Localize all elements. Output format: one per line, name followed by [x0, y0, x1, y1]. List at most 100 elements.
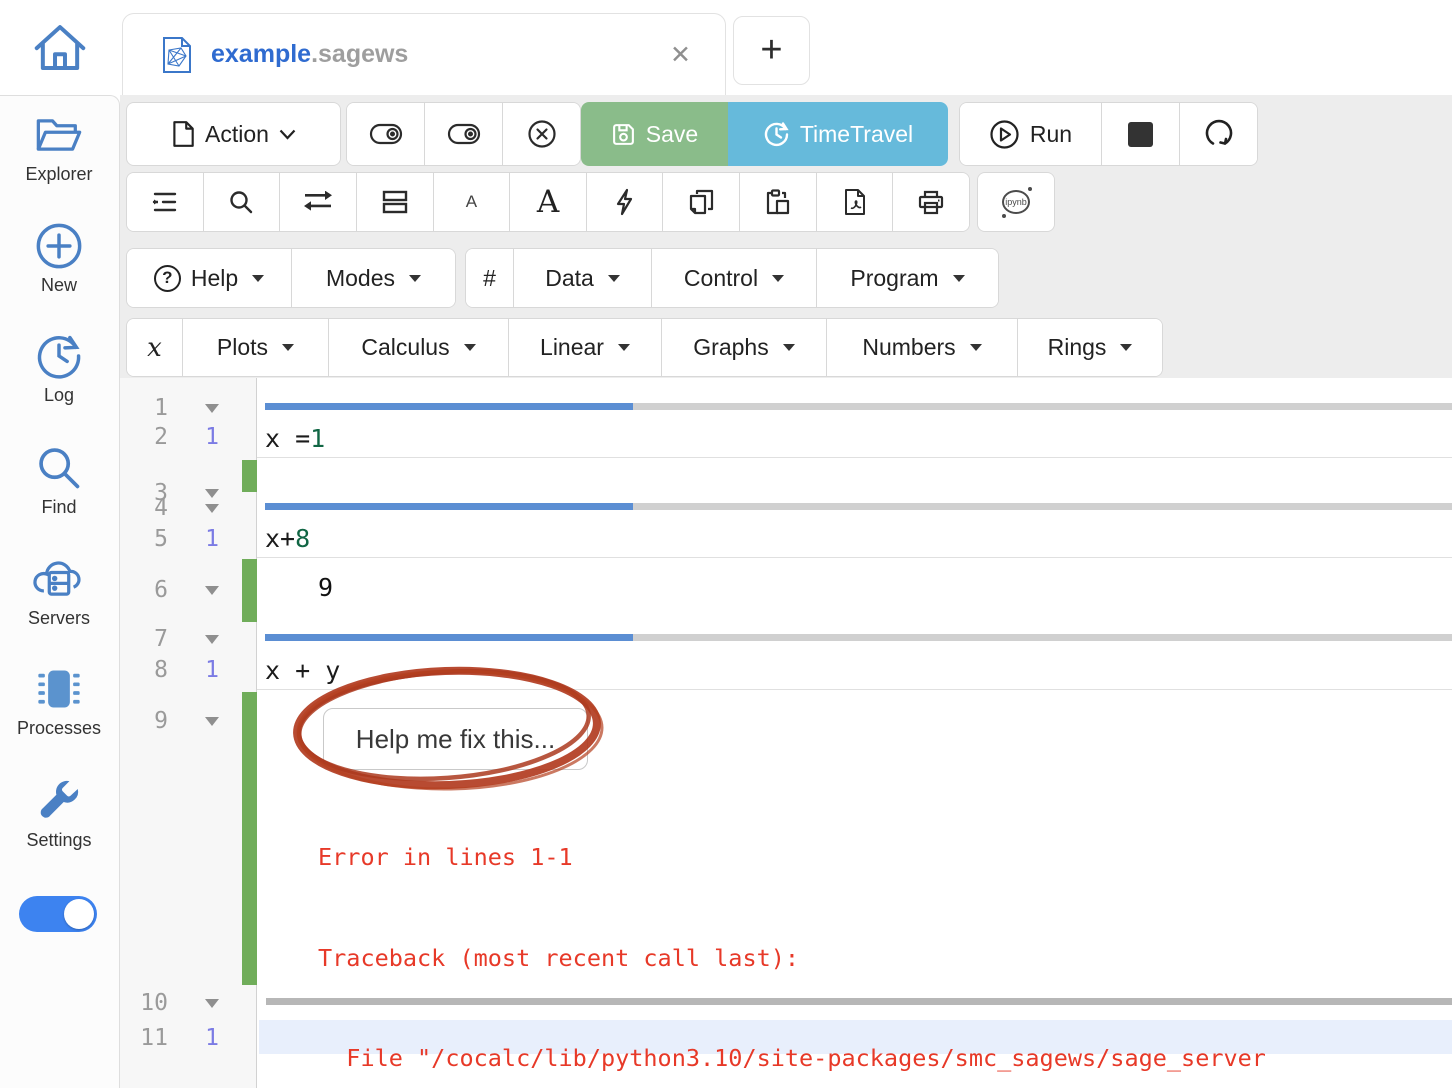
sidebar-toggle-switch[interactable]: [19, 896, 97, 932]
toggle-output-button[interactable]: [347, 103, 425, 165]
graphs-menu[interactable]: Graphs: [662, 319, 827, 376]
fold-icon[interactable]: [205, 635, 219, 644]
fold-icon[interactable]: [205, 504, 219, 513]
plus-circle-icon: [0, 219, 118, 273]
program-menu[interactable]: Program: [817, 249, 998, 307]
exec-count: 1: [192, 657, 232, 683]
big-a-icon: A: [537, 184, 559, 220]
export-ipynb-button[interactable]: ipynb: [978, 173, 1054, 231]
delete-output-button[interactable]: [503, 103, 580, 165]
sidebar-label: Find: [0, 497, 118, 518]
sidebar-item-new[interactable]: New: [0, 219, 118, 296]
save-timetravel-group: Save TimeTravel: [581, 102, 948, 166]
toggle-input-button[interactable]: [425, 103, 503, 165]
restart-icon: [1204, 119, 1234, 149]
new-tab-button[interactable]: +: [733, 16, 810, 85]
stop-icon: [1128, 122, 1153, 147]
sidebar-item-servers[interactable]: Servers: [0, 552, 118, 629]
line-number: 5: [120, 526, 168, 552]
data-menu[interactable]: Data: [514, 249, 652, 307]
math-x-icon: x: [147, 333, 162, 363]
code-line-input[interactable]: x+8: [257, 520, 1452, 558]
line-number: 1: [120, 395, 168, 421]
print-button[interactable]: [893, 173, 969, 231]
sagews-file-icon: [161, 36, 193, 74]
code-line-input[interactable]: x + y: [257, 652, 1452, 690]
search-icon: [0, 441, 118, 495]
restart-button[interactable]: [1180, 103, 1257, 165]
help-menu[interactable]: ? Help: [127, 249, 292, 307]
run-label: Run: [1030, 121, 1072, 148]
export-pdf-button[interactable]: [817, 173, 894, 231]
line-number: 6: [120, 577, 168, 603]
line-number: 2: [120, 424, 168, 450]
timetravel-label: TimeTravel: [800, 121, 913, 148]
output-flag-bar: [242, 460, 257, 492]
fold-icon[interactable]: [205, 404, 219, 413]
replace-button[interactable]: [280, 173, 357, 231]
exec-count: 1: [192, 424, 232, 450]
control-menu[interactable]: Control: [652, 249, 817, 307]
sidebar-item-explorer[interactable]: Explorer: [0, 108, 118, 185]
save-button[interactable]: Save: [581, 102, 728, 166]
format-toolbar: A A: [126, 172, 970, 232]
top-bar: example.sagews ✕ +: [0, 0, 1452, 95]
cell-divider[interactable]: [265, 503, 1452, 510]
run-button[interactable]: Run: [960, 103, 1102, 165]
caret-down-icon: [618, 344, 630, 351]
plots-label: Plots: [217, 334, 268, 361]
paste-button[interactable]: [740, 173, 817, 231]
gutter-row: 8 1: [120, 655, 257, 685]
save-icon: [611, 122, 636, 147]
home-button[interactable]: [26, 14, 94, 80]
fold-icon[interactable]: [205, 717, 219, 726]
action-label: Action: [205, 121, 269, 148]
increase-font-button[interactable]: A: [510, 173, 587, 231]
caret-down-icon: [772, 275, 784, 282]
copy-button[interactable]: [663, 173, 740, 231]
gutter-row: 11 1: [120, 1023, 257, 1053]
decrease-font-button[interactable]: A: [434, 173, 511, 231]
search-button[interactable]: [204, 173, 281, 231]
toggle-switch-icon: [369, 123, 403, 145]
sidebar-label: Log: [0, 385, 118, 406]
linear-menu[interactable]: Linear: [509, 319, 662, 376]
sidebar-item-processes[interactable]: Processes: [0, 662, 118, 739]
printer-icon: [917, 189, 945, 216]
action-menu-button[interactable]: Action: [127, 103, 340, 165]
fold-icon[interactable]: [205, 999, 219, 1008]
gutter-row: 4: [120, 493, 257, 523]
timetravel-button[interactable]: TimeTravel: [728, 102, 948, 166]
search-icon: [228, 189, 254, 215]
pdf-file-icon: [843, 188, 867, 216]
caret-down-icon: [608, 275, 620, 282]
split-view-button[interactable]: [357, 173, 434, 231]
fold-icon[interactable]: [205, 586, 219, 595]
modes-menu[interactable]: Modes: [292, 249, 455, 307]
hash-button[interactable]: #: [466, 249, 514, 307]
tab-file-name: example: [211, 40, 311, 68]
sidebar-item-settings[interactable]: Settings: [0, 774, 118, 851]
indent-button[interactable]: [127, 173, 204, 231]
calculus-menu[interactable]: Calculus: [329, 319, 509, 376]
cell-divider[interactable]: [265, 403, 1452, 410]
cell-divider[interactable]: [265, 634, 1452, 641]
help-modes-group: ? Help Modes: [126, 248, 456, 308]
variable-x-button[interactable]: x: [127, 319, 183, 376]
sidebar-item-find[interactable]: Find: [0, 441, 118, 518]
worksheet-editor[interactable]: 1 2 1 3 4 5 1 6 7 8 1: [120, 378, 1452, 1088]
shell-button[interactable]: [587, 173, 664, 231]
sidebar-item-log[interactable]: Log: [0, 329, 118, 406]
rings-menu[interactable]: Rings: [1018, 319, 1162, 376]
modes-label: Modes: [326, 265, 395, 292]
code-line-input[interactable]: x = 1: [257, 420, 1452, 458]
close-tab-icon[interactable]: ✕: [670, 40, 691, 70]
gutter-row: 1: [120, 393, 257, 423]
tab-example-sagews[interactable]: example.sagews ✕: [122, 13, 726, 95]
stop-button[interactable]: [1102, 103, 1180, 165]
help-label: Help: [191, 265, 238, 292]
sidebar-label: Processes: [0, 718, 118, 739]
help-me-fix-this-button[interactable]: Help me fix this...: [323, 708, 588, 770]
numbers-menu[interactable]: Numbers: [827, 319, 1018, 376]
plots-menu[interactable]: Plots: [183, 319, 329, 376]
